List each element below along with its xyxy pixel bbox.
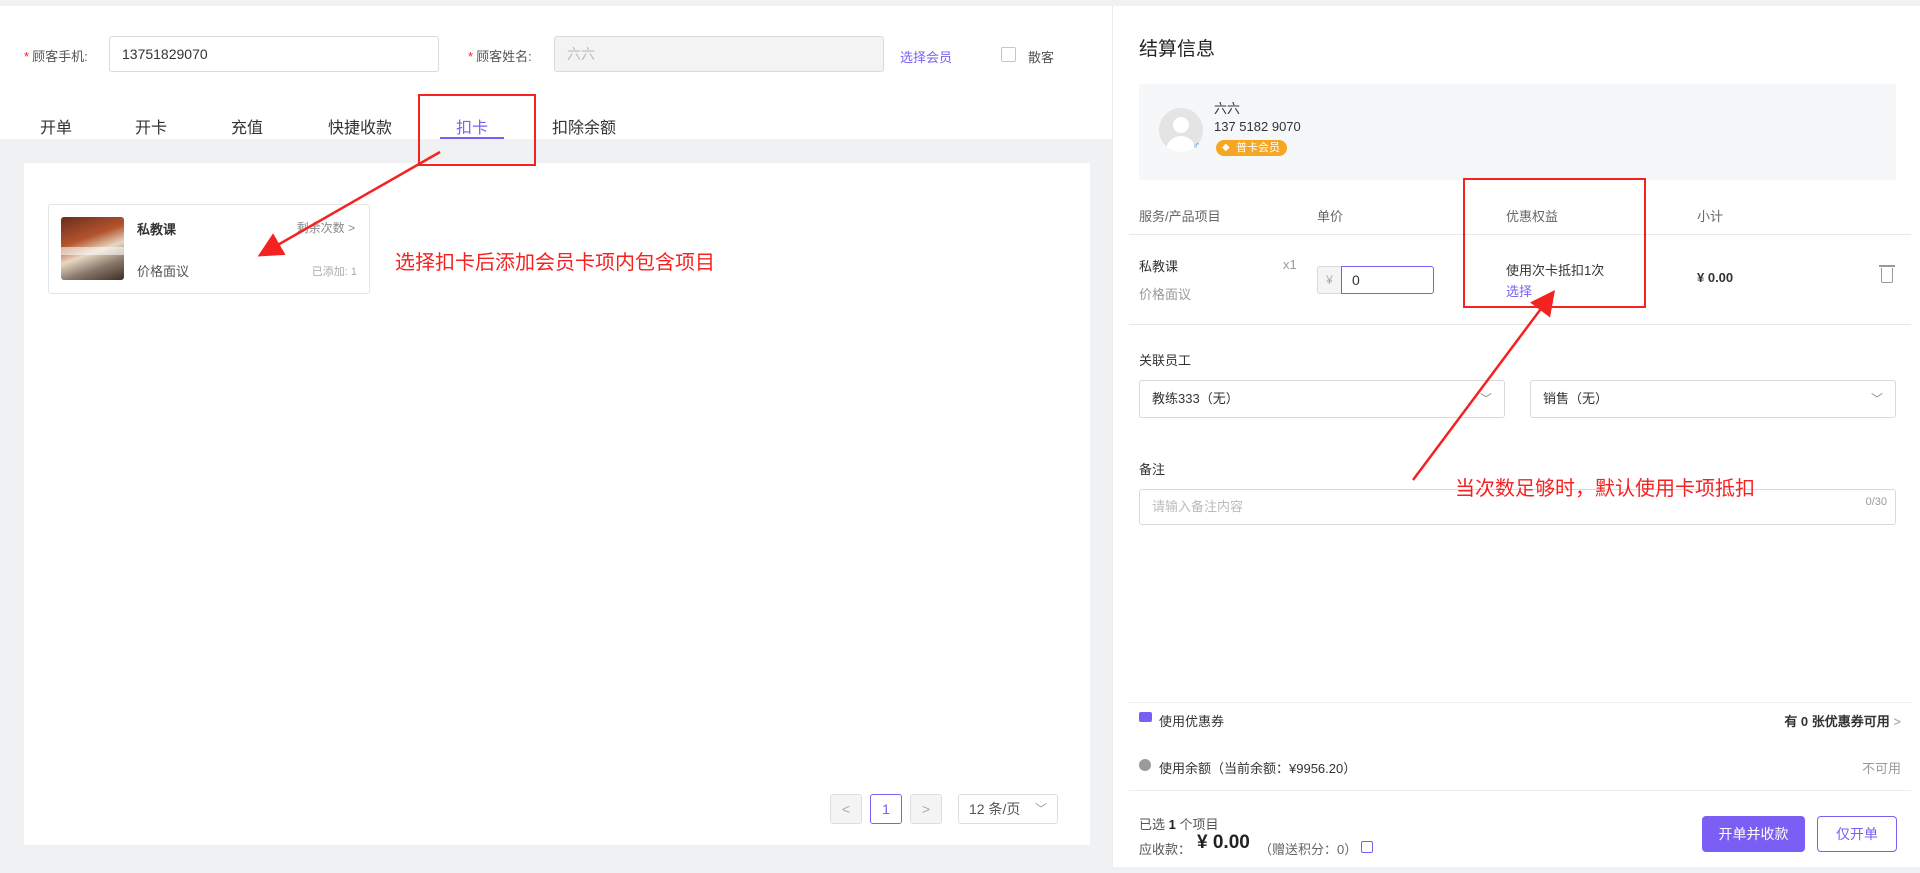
trash-icon[interactable] bbox=[1879, 265, 1895, 283]
remark-counter: 0/30 bbox=[1865, 496, 1887, 508]
name-label: * 顾客姓名: bbox=[468, 49, 532, 64]
service-card[interactable]: 私教课 剩余次数 > 价格面议 已添加: 1 bbox=[48, 204, 370, 294]
money-bag-icon bbox=[1139, 759, 1151, 771]
tab-recharge[interactable]: 充值 bbox=[231, 114, 263, 138]
tab-open-card[interactable]: 开卡 bbox=[135, 114, 167, 138]
diamond-icon: ◆ bbox=[1222, 142, 1230, 153]
service-name: 私教课 bbox=[137, 222, 177, 237]
tab-open-order[interactable]: 开单 bbox=[40, 114, 72, 138]
item-price-note: 价格面议 bbox=[1139, 287, 1192, 302]
coach-select[interactable]: 教练333（无） ﹀ bbox=[1139, 380, 1505, 418]
member-info: ♂ 六六 137 5182 9070 ◆ 普卡会员 bbox=[1139, 84, 1896, 180]
item-subtotal: ¥ 0.00 bbox=[1697, 270, 1734, 285]
annotation-box-tab bbox=[418, 94, 536, 166]
select-member-link[interactable]: 选择会员 bbox=[900, 47, 952, 66]
tab-deduct-balance[interactable]: 扣除余额 bbox=[552, 114, 616, 138]
pagination: < 1 > 12 条/页 ﹀ bbox=[0, 794, 1112, 824]
header-item: 服务/产品项目 bbox=[1139, 209, 1221, 224]
male-icon: ♂ bbox=[1192, 140, 1201, 152]
sales-select[interactable]: 销售（无） ﹀ bbox=[1530, 380, 1896, 418]
walkin-checkbox[interactable] bbox=[1001, 47, 1016, 62]
selected-items-summary: 已选 1 个项目 bbox=[1139, 817, 1219, 832]
header-subtotal: 小计 bbox=[1697, 209, 1724, 224]
amount-due-label: 应收款： bbox=[1139, 842, 1192, 857]
phone-input[interactable]: 13751829070 bbox=[109, 36, 439, 72]
balance-row: 使用余额（当前余额：¥9956.20） 不可用 bbox=[1129, 750, 1911, 780]
balance-unavailable: 不可用 bbox=[1861, 761, 1901, 776]
chevron-down-icon: ﹀ bbox=[1870, 392, 1883, 406]
bottom-strip bbox=[0, 867, 1920, 873]
page-size-select[interactable]: 12 条/页 ﹀ bbox=[958, 794, 1058, 824]
coupon-label: 使用优惠券 bbox=[1159, 714, 1225, 729]
remark-label: 备注 bbox=[1139, 462, 1166, 477]
row-divider bbox=[1129, 324, 1911, 325]
customer-form: * 顾客手机: 13751829070 * 顾客姓名: 六六 选择会员 散客 bbox=[0, 36, 1112, 72]
member-level-badge: ◆ 普卡会员 bbox=[1216, 140, 1287, 156]
service-thumbnail bbox=[61, 217, 124, 280]
chevron-right-icon: > bbox=[347, 221, 355, 235]
tab-quick-pay[interactable]: 快捷收款 bbox=[328, 114, 392, 138]
balance-label: 使用余额（当前余额：¥9956.20） bbox=[1159, 761, 1357, 776]
next-page-button[interactable]: > bbox=[910, 794, 942, 824]
page-number-1[interactable]: 1 bbox=[870, 794, 902, 824]
annotation-note-right: 当次数足够时，默认使用卡项抵扣 bbox=[1455, 478, 1755, 500]
item-name: 私教课 bbox=[1139, 259, 1179, 274]
service-added-count: 已添加: 1 bbox=[311, 266, 357, 278]
settlement-panel: 结算信息 ♂ 六六 137 5182 9070 ◆ 普卡会员 服务/产品项目 单价… bbox=[1112, 6, 1920, 873]
remaining-count-link[interactable]: 剩余次数 > bbox=[297, 219, 355, 236]
coupon-row[interactable]: 使用优惠券 有 0 张优惠券可用 > bbox=[1129, 702, 1911, 738]
annotation-note-left: 选择扣卡后添加会员卡项内包含项目 bbox=[395, 252, 715, 274]
amount-due-value: ¥ 0.00 bbox=[1197, 832, 1250, 853]
open-order-only-button[interactable]: 仅开单 bbox=[1817, 816, 1897, 852]
item-quantity: x1 bbox=[1283, 257, 1297, 272]
annotation-box-benefit bbox=[1463, 178, 1646, 308]
checkout-button[interactable]: 开单并收款 bbox=[1702, 816, 1805, 852]
walkin-label: 散客 bbox=[1028, 50, 1055, 65]
bonus-points: （赠送积分：0） bbox=[1259, 842, 1358, 857]
unit-price-input[interactable]: 0 bbox=[1341, 266, 1434, 294]
header-unit-price: 单价 bbox=[1317, 209, 1344, 224]
footer-divider bbox=[1129, 790, 1911, 791]
staff-label: 关联员工 bbox=[1139, 353, 1192, 368]
service-price: 价格面议 bbox=[137, 264, 190, 279]
coupon-icon bbox=[1139, 712, 1152, 722]
chevron-right-icon: > bbox=[1893, 714, 1901, 729]
settlement-title: 结算信息 bbox=[1139, 39, 1216, 60]
chevron-down-icon: ﹀ bbox=[1479, 392, 1492, 406]
prev-page-button[interactable]: < bbox=[830, 794, 862, 824]
phone-label: * 顾客手机: bbox=[24, 49, 88, 64]
member-phone: 137 5182 9070 bbox=[1214, 119, 1301, 134]
chevron-down-icon: ﹀ bbox=[1034, 802, 1047, 816]
member-name: 六六 bbox=[1214, 101, 1241, 116]
edit-icon[interactable] bbox=[1361, 841, 1373, 853]
currency-prefix: ¥ bbox=[1317, 266, 1341, 294]
coupon-available: 有 0 张优惠券可用 > bbox=[1784, 714, 1901, 729]
name-input[interactable]: 六六 bbox=[554, 36, 884, 72]
